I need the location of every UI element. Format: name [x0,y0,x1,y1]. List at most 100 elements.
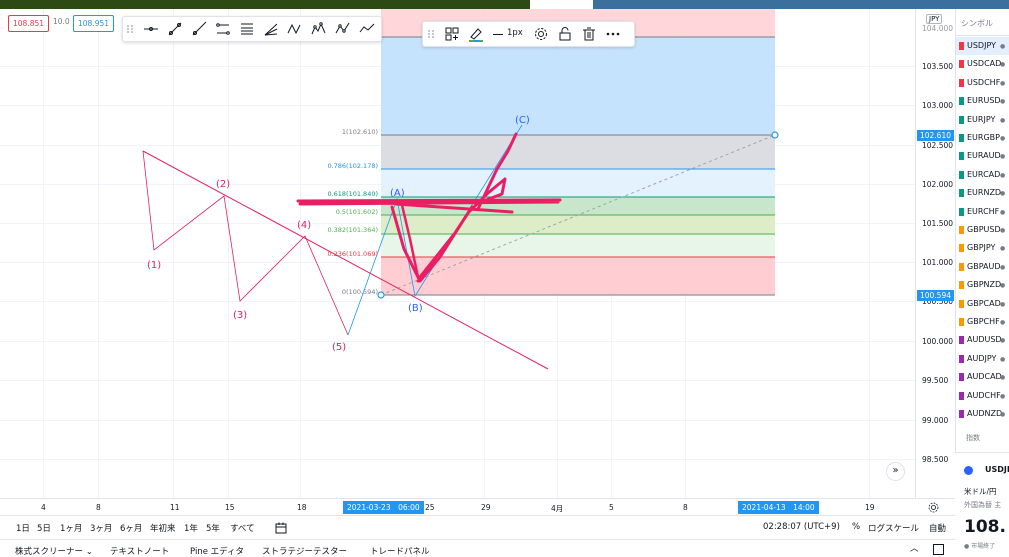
go-to-date-icon[interactable] [275,522,287,534]
pattern-icon[interactable] [287,21,303,37]
delete-trash-icon[interactable] [581,26,597,42]
watchlist-row[interactable]: GBPAUD ● [956,258,1009,276]
tab-text-notes[interactable]: テキストノート [110,545,169,557]
elliott-impulse-wave[interactable] [142,150,349,336]
clock-time[interactable]: 02:28:07 (UTC+9) [763,522,840,532]
flag-marker-icon[interactable] [959,207,964,216]
tab-pine-editor[interactable]: Pine エディタ [190,545,244,557]
zigzag-icon[interactable] [359,21,375,37]
currency-badge[interactable]: JPY [926,14,943,24]
watchlist-row[interactable]: GBPNZD ● [956,276,1009,294]
scroll-to-realtime-button[interactable]: » [886,462,905,481]
maximize-panel-icon[interactable] [933,544,944,555]
flag-marker-icon[interactable] [959,78,964,87]
unlock-icon[interactable] [557,26,573,42]
tab-strategy-tester[interactable]: ストラテジーテスター [262,545,347,557]
flag-marker-icon[interactable] [959,42,964,50]
watchlist-row[interactable]: EURCAD ● [956,166,1009,184]
flag-marker-icon[interactable] [959,410,964,418]
drag-handle-icon[interactable] [426,26,436,42]
chart-area[interactable]: 1(102.610) 0.786(102.178) 0.618(101.840)… [0,9,915,498]
drawings-layer[interactable] [0,9,915,498]
range-3m[interactable]: 3ヶ月 [90,522,112,534]
watchlist-row[interactable]: GBPJPY ● [956,239,1009,257]
settings-gear-icon[interactable] [533,26,549,42]
flag-marker-icon[interactable] [959,170,964,179]
price-axis[interactable]: JPY 104.000 103.500 103.000 102.500 102.… [915,9,956,498]
tab-stock-screener[interactable]: 株式スクリーナー ⌄ [15,545,93,557]
flag-marker-icon[interactable] [959,281,964,290]
watchlist-row[interactable]: EURGBP ● [956,129,1009,147]
watchlist-row[interactable]: EURJPY ● [956,111,1009,129]
time-tick: 19 [865,503,875,512]
flag-marker-icon[interactable] [959,134,964,142]
flag-marker-icon[interactable] [959,244,964,253]
horizontal-line-icon[interactable] [143,21,159,37]
watchlist-row[interactable]: AUDJPY ● [956,350,1009,368]
line-color-icon[interactable] [468,26,484,42]
range-5y[interactable]: 5年 [206,522,220,534]
watchlist-row[interactable]: GBPCHF ● [956,313,1009,331]
watchlist-row[interactable]: AUDCAD ● [956,368,1009,386]
time-axis[interactable]: 4 8 11 15 18 25 29 4月 5 8 5 19 2021-03-2… [0,498,955,516]
flag-marker-icon[interactable] [959,373,964,382]
fib-anchor-end[interactable] [771,131,779,139]
parallel-channel-icon[interactable] [215,21,231,37]
flag-marker-icon[interactable] [959,60,964,69]
watchlist-symbol: GBPCAD [967,298,1001,308]
range-ytd[interactable]: 年初来 [150,522,176,534]
range-6m[interactable]: 6ヶ月 [120,522,142,534]
sell-price[interactable]: 108.851 [8,15,50,32]
percent-toggle[interactable]: % [852,522,860,532]
watchlist-row[interactable]: USDJPY ● [956,37,1009,55]
template-icon[interactable] [444,26,460,42]
axis-settings-gear-icon[interactable] [927,501,940,514]
flag-marker-icon[interactable] [959,97,964,106]
flag-marker-icon[interactable] [959,189,964,198]
fib-zone-0786-0618 [381,169,775,197]
flag-marker-icon[interactable] [959,336,964,345]
flag-marker-icon[interactable] [959,299,964,308]
fib-retracement-icon[interactable] [239,21,255,37]
auto-scale-toggle[interactable]: 自動 [929,522,946,534]
range-1y[interactable]: 1年 [184,522,198,534]
watchlist-row[interactable]: AUDCHF ● [956,387,1009,405]
flag-marker-icon[interactable] [959,226,964,234]
tab-trading-panel[interactable]: トレードパネル [370,545,430,557]
range-all[interactable]: すべて [230,522,255,534]
flag-marker-icon[interactable] [959,354,964,363]
watchlist-row[interactable]: USDCAD ● [956,55,1009,73]
flag-marker-icon[interactable] [959,115,964,124]
watchlist-column-header[interactable]: シンボル [961,18,993,29]
collapse-panel-icon[interactable]: ︿ [910,542,919,554]
fib-zone-extension [381,37,775,135]
more-options-icon[interactable] [605,26,621,42]
range-5d[interactable]: 5日 [37,522,51,534]
watchlist-row[interactable]: GBPCAD ● [956,295,1009,313]
flag-marker-icon[interactable] [959,152,964,161]
gann-fan-icon[interactable] [263,21,279,37]
elliott-wave-icon[interactable] [311,21,327,37]
watchlist-row[interactable]: GBPUSD ● [956,221,1009,239]
watchlist-row[interactable]: EURUSD ● [956,92,1009,110]
fib-anchor-start[interactable] [377,291,385,299]
range-1m[interactable]: 1ヶ月 [60,522,82,534]
buy-price[interactable]: 108.951 [73,15,115,32]
trend-line-icon[interactable] [167,21,183,37]
watchlist-row[interactable]: AUDNZD ● [956,405,1009,423]
watchlist-symbol: GBPCHF [967,317,1000,326]
range-1d[interactable]: 1日 [16,522,30,534]
abcd-pattern-icon[interactable] [335,21,351,37]
drag-handle-icon[interactable] [125,21,135,37]
watchlist-row[interactable]: EURAUD ● [956,147,1009,165]
flag-marker-icon[interactable] [959,391,964,400]
flag-marker-icon[interactable] [959,318,964,326]
log-scale-toggle[interactable]: ログスケール [868,522,919,534]
watchlist-row[interactable]: USDCHF ● [956,74,1009,92]
watchlist-row[interactable]: AUDUSD ● [956,331,1009,349]
ray-line-icon[interactable] [191,21,207,37]
watchlist-row[interactable]: EURCHF ● [956,203,1009,221]
line-width-button[interactable]: 1px [491,26,531,42]
watchlist-row[interactable]: EURNZD ● [956,184,1009,202]
flag-marker-icon[interactable] [959,262,964,271]
